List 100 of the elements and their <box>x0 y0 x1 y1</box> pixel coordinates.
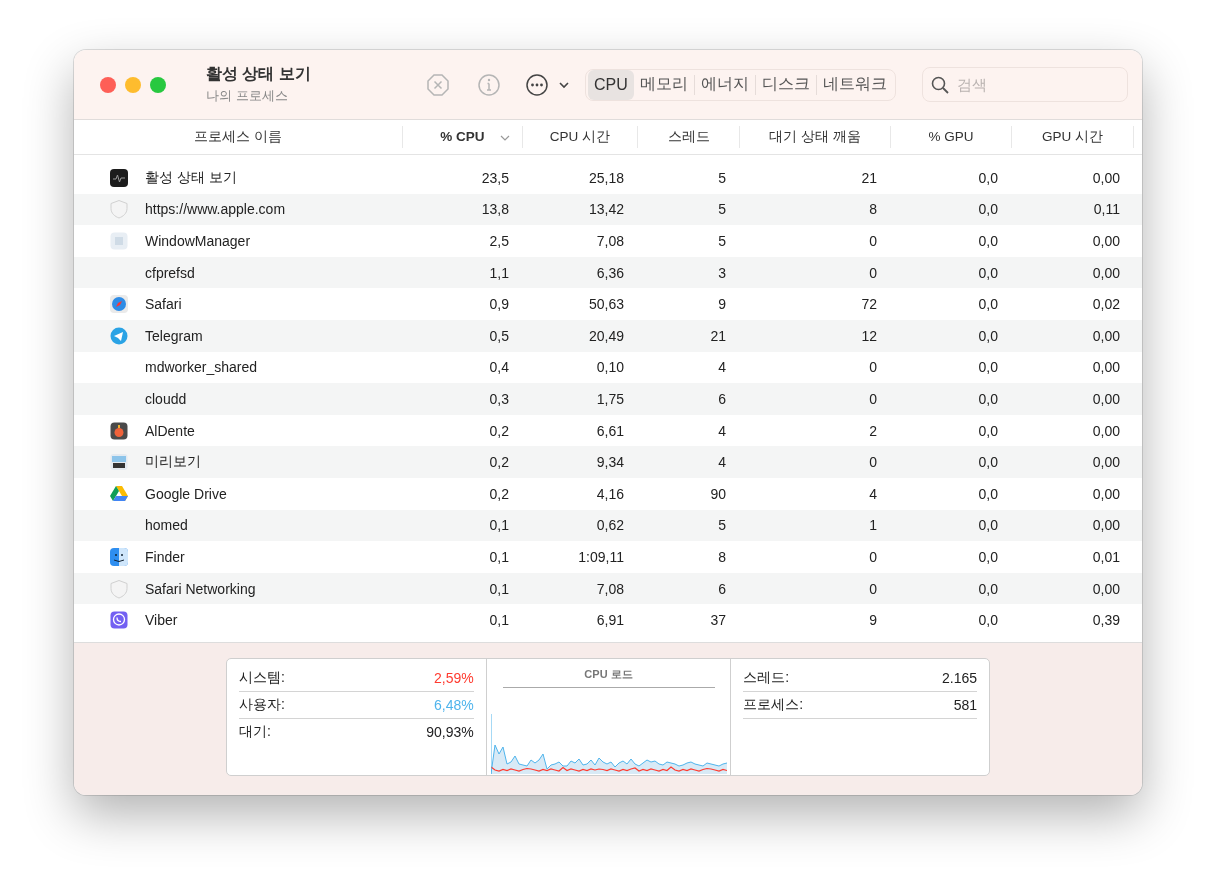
table-cell: 21 <box>710 327 726 344</box>
process-name: AlDente <box>145 422 195 439</box>
table-cell: 0,5 <box>489 327 509 344</box>
table-cell: 0,00 <box>1092 454 1120 471</box>
table-cell: 0,39 <box>1092 612 1120 629</box>
column-header[interactable]: GPU 시간 <box>1012 126 1134 148</box>
info-icon[interactable] <box>477 72 501 97</box>
stat-value: 90,93% <box>426 724 474 740</box>
column-header[interactable]: % GPU <box>891 126 1012 148</box>
table-cell: 0 <box>869 454 877 471</box>
table-cell: 4,16 <box>596 485 624 502</box>
table-cell: 0,11 <box>1093 201 1120 218</box>
table-cell: 6 <box>718 580 726 597</box>
table-cell: 0,01 <box>1092 548 1120 565</box>
window-subtitle: 나의 프로세스 <box>206 87 289 105</box>
search-icon <box>930 76 949 94</box>
table-cell: 0 <box>869 390 877 407</box>
process-name: cfprefsd <box>145 264 195 281</box>
table-cell: 0,00 <box>1092 485 1120 502</box>
table-cell: 0,0 <box>978 390 998 407</box>
table-cell: 0,0 <box>978 422 998 439</box>
stat-value: 581 <box>953 697 977 713</box>
drive-triangle-icon <box>109 483 129 504</box>
table-cell: 4 <box>718 359 726 376</box>
table-cell: 0,00 <box>1092 233 1120 249</box>
table-cell: 0,0 <box>978 327 998 344</box>
table-cell: 0,2 <box>489 422 509 439</box>
table-cell: 1:09,11 <box>578 548 624 565</box>
tab[interactable]: 네트워크 <box>816 69 893 100</box>
sort-caret-icon <box>500 135 510 141</box>
table-cell: 5 <box>718 233 726 249</box>
more-menu-icon[interactable] <box>525 72 571 97</box>
window-title: 활성 상태 보기 <box>206 64 312 84</box>
table-cell: 6 <box>718 390 726 407</box>
process-name: Safari <box>145 296 182 313</box>
preview-photos-icon <box>109 452 129 473</box>
table-cell: 0,0 <box>978 548 998 565</box>
close-button[interactable] <box>100 76 116 93</box>
table-cell: 0,1 <box>489 580 509 597</box>
table-cell: 0,0 <box>978 580 998 597</box>
table-cell: 9 <box>718 296 726 313</box>
process-name: 미리보기 <box>145 453 201 472</box>
tab[interactable]: 디스크 <box>755 69 816 100</box>
tab[interactable]: 에너지 <box>694 69 755 100</box>
table-cell: 0 <box>869 233 877 249</box>
stop-icon[interactable] <box>426 72 450 97</box>
table-cell: 25,18 <box>588 169 624 186</box>
table-cell: 0,0 <box>978 612 998 629</box>
table-cell: 0,0 <box>978 264 998 281</box>
process-name: Google Drive <box>145 485 227 502</box>
column-header[interactable]: 스레드 <box>638 126 740 148</box>
stat-value: 6,48% <box>433 697 474 713</box>
process-name: 활성 상태 보기 <box>145 168 237 187</box>
tab[interactable]: CPU <box>588 69 634 100</box>
tab[interactable]: 메모리 <box>633 69 694 100</box>
chart-title: CPU 로드 <box>502 667 715 688</box>
table-cell: 2 <box>869 422 877 439</box>
table-cell: 5 <box>718 169 726 186</box>
compass-icon <box>109 294 129 315</box>
table-cell: 0,3 <box>489 390 509 407</box>
column-header[interactable]: % CPU <box>403 126 523 148</box>
column-header[interactable]: CPU 시간 <box>523 126 638 148</box>
table-cell: 21 <box>861 169 877 186</box>
table-cell: 5 <box>718 201 726 218</box>
monitor-graph-icon <box>109 167 129 188</box>
paper-plane-icon <box>109 325 129 346</box>
table-cell: 0,9 <box>489 296 509 313</box>
process-name: Finder <box>145 548 185 565</box>
table-cell: 0,0 <box>978 454 998 471</box>
table-cell: 0 <box>869 264 877 281</box>
column-header[interactable]: 프로세스 이름 <box>74 126 403 148</box>
table-cell: 0,00 <box>1092 359 1120 376</box>
table-cell: 0 <box>869 548 877 565</box>
zoom-button[interactable] <box>150 76 166 93</box>
table-cell: 0,00 <box>1092 327 1120 344</box>
stat-label: 시스템: <box>239 669 285 687</box>
table-cell: 3 <box>718 264 726 281</box>
finder-face-icon <box>109 546 129 567</box>
stat-label: 대기: <box>239 723 271 741</box>
stat-label: 프로세스: <box>743 696 804 714</box>
table-cell: 1 <box>869 517 877 534</box>
table-cell: 0,0 <box>978 296 998 313</box>
table-cell: 0,2 <box>489 485 509 502</box>
table-cell: 0,02 <box>1092 296 1120 313</box>
table-cell: 0,0 <box>978 359 998 376</box>
table-cell: 1,1 <box>489 264 509 281</box>
search-field[interactable]: 검색 <box>921 67 1128 102</box>
table-cell: 0,00 <box>1092 517 1120 534</box>
table-cell: 7,08 <box>596 580 624 597</box>
stat-value: 2,59% <box>433 670 474 686</box>
table-cell: 90 <box>710 485 726 502</box>
grid-icon <box>109 231 129 251</box>
process-name: mdworker_shared <box>145 359 258 376</box>
column-header[interactable]: 대기 상태 깨움 <box>740 126 891 148</box>
table-cell: 2,5 <box>489 233 509 249</box>
shield-icon <box>109 578 129 599</box>
table-cell: 13,42 <box>588 201 624 218</box>
stat-label: 스레드: <box>743 669 790 687</box>
minimize-button[interactable] <box>125 76 141 93</box>
table-cell: 0,00 <box>1092 264 1120 281</box>
